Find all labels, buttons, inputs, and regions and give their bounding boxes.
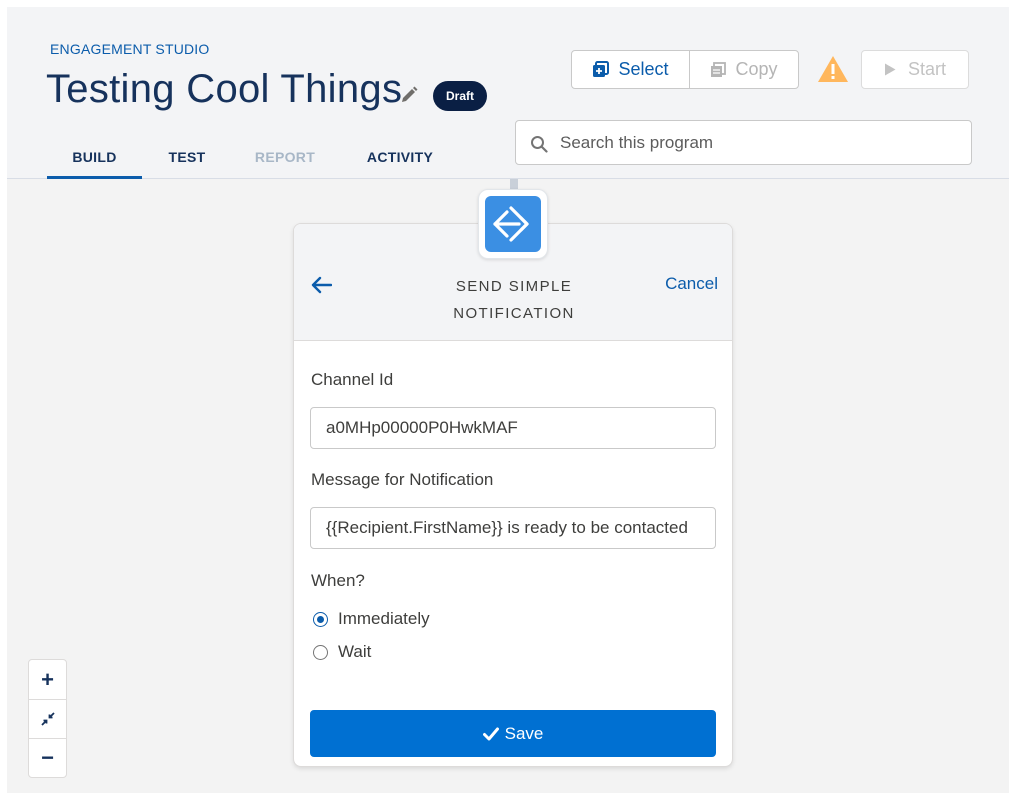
- pencil-icon[interactable]: [400, 86, 418, 104]
- check-icon: [482, 727, 499, 740]
- select-button[interactable]: Select: [572, 51, 690, 88]
- zoom-out-button[interactable]: −: [29, 738, 66, 777]
- play-icon: [884, 63, 896, 76]
- send-notification-panel: SEND SIMPLE NOTIFICATION Cancel Channel …: [293, 223, 733, 767]
- zoom-in-button[interactable]: +: [29, 660, 66, 699]
- notification-node[interactable]: [478, 189, 548, 259]
- search-input[interactable]: [560, 121, 960, 164]
- tab-build[interactable]: BUILD: [47, 147, 142, 179]
- send-notification-icon: [493, 206, 529, 242]
- radio-immediately-label: Immediately: [338, 609, 430, 628]
- message-label: Message for Notification: [311, 470, 494, 489]
- when-label: When?: [311, 571, 365, 590]
- radio-wait-label: Wait: [338, 642, 372, 661]
- radio-immediately[interactable]: [313, 611, 328, 627]
- cancel-link[interactable]: Cancel: [665, 274, 718, 294]
- fit-to-screen-button[interactable]: [29, 699, 66, 738]
- fit-to-screen-icon: [40, 712, 55, 726]
- copy-icon: [711, 61, 727, 77]
- select-copy-button-group: Select Copy: [571, 50, 799, 89]
- zoom-controls: + −: [28, 659, 67, 778]
- program-header: ENGAGEMENT STUDIO Testing Cool Things Dr…: [7, 7, 1009, 179]
- search-icon: [531, 136, 548, 153]
- select-button-label: Select: [618, 59, 669, 79]
- tab-activity[interactable]: ACTIVITY: [358, 147, 442, 179]
- program-title: Testing Cool Things: [46, 67, 403, 111]
- tab-test[interactable]: TEST: [157, 147, 217, 179]
- when-option-immediately[interactable]: Immediately: [313, 608, 430, 630]
- save-button-label: Save: [504, 723, 544, 743]
- tab-report: REPORT: [254, 149, 316, 165]
- status-badge: Draft: [433, 81, 488, 111]
- select-icon: [593, 61, 610, 77]
- back-arrow-icon[interactable]: [310, 276, 332, 294]
- channel-id-field[interactable]: [310, 407, 716, 449]
- message-field[interactable]: [310, 507, 716, 549]
- channel-id-label: Channel Id: [311, 370, 394, 389]
- eyebrow-label: ENGAGEMENT STUDIO: [50, 41, 210, 57]
- warning-icon[interactable]: [817, 55, 849, 83]
- node-icon-tile: [485, 196, 541, 252]
- save-button[interactable]: Save: [310, 710, 716, 757]
- start-button: Start: [861, 50, 969, 89]
- copy-button: Copy: [690, 51, 798, 88]
- copy-button-label: Copy: [735, 59, 778, 79]
- start-button-label: Start: [907, 59, 946, 79]
- panel-title: SEND SIMPLE NOTIFICATION: [453, 278, 575, 322]
- program-search: [515, 120, 972, 165]
- engagement-studio-app: ENGAGEMENT STUDIO Testing Cool Things Dr…: [7, 7, 1009, 793]
- radio-wait[interactable]: [313, 644, 328, 660]
- when-option-wait[interactable]: Wait: [313, 641, 371, 663]
